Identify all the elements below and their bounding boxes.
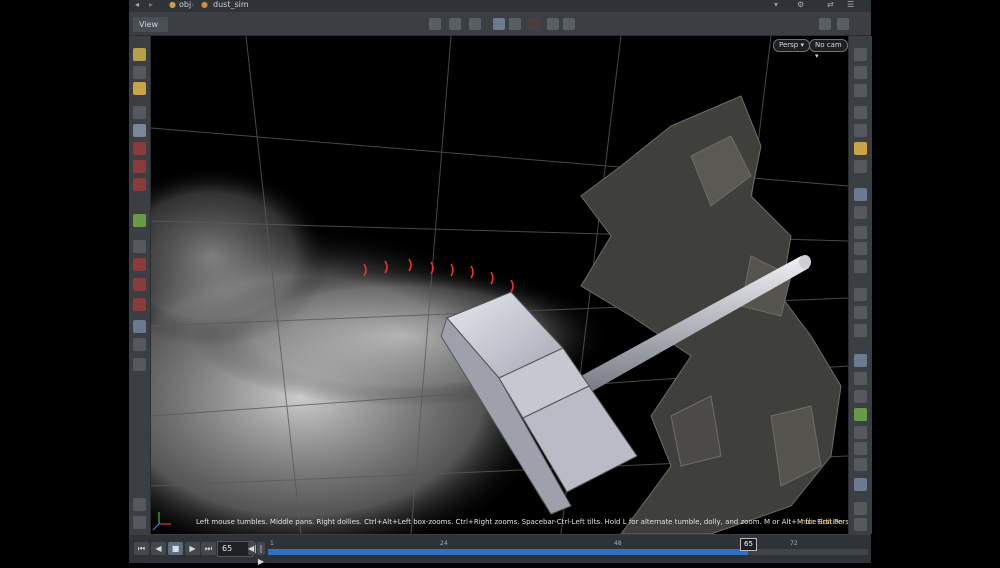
grid-icon[interactable] — [854, 226, 867, 239]
magnet-icon[interactable] — [133, 258, 146, 271]
display-options-icon[interactable] — [493, 18, 505, 30]
snap-icon[interactable] — [429, 18, 441, 30]
lock-icon[interactable] — [133, 124, 146, 137]
handle-tip — [799, 255, 811, 269]
pin-point-icon[interactable] — [854, 160, 867, 173]
pin-icon[interactable]: ⚙ — [797, 0, 804, 10]
background-icon[interactable] — [509, 18, 521, 30]
shapes-icon[interactable] — [854, 372, 867, 385]
obj-node-icon: ● — [169, 0, 176, 9]
select-prims-icon[interactable] — [133, 178, 146, 191]
dropdown-icon[interactable]: ▾ — [774, 0, 778, 10]
select-mode-icon[interactable] — [449, 18, 461, 30]
timeline-track[interactable]: 1 24 48 72 65 — [268, 538, 868, 560]
cup-icon[interactable] — [133, 358, 146, 371]
magnet-third-icon[interactable] — [133, 298, 146, 311]
render-icon[interactable] — [547, 18, 559, 30]
frame-marker[interactable]: 65 — [740, 538, 757, 551]
forward-icon[interactable]: ▸ — [149, 0, 153, 10]
scissors-icon[interactable] — [854, 426, 867, 439]
magnet-alt-icon[interactable] — [133, 278, 146, 291]
select-edges-icon[interactable] — [133, 160, 146, 173]
arrow-icon[interactable] — [854, 260, 867, 273]
help-icon[interactable] — [819, 18, 831, 30]
light-bulb-icon[interactable] — [854, 106, 867, 119]
camera-icon[interactable] — [563, 18, 575, 30]
scene-render — [151, 36, 848, 534]
shading-icon[interactable] — [854, 124, 867, 137]
tick-label: 72 — [790, 540, 798, 547]
gear-icon[interactable] — [133, 516, 146, 529]
wireframe-icon[interactable] — [854, 66, 867, 79]
navigation-hint: Left mouse tumbles. Middle pans. Right d… — [196, 518, 848, 526]
playbar: ⏮ ◀ ■ ▶ ⏭ 65 ◀| |▶ 1 24 48 72 65 — [129, 535, 871, 566]
timeline-remaining — [748, 549, 868, 555]
record-icon[interactable] — [527, 18, 539, 30]
dot-icon[interactable] — [854, 242, 867, 255]
timeline-ruler: 1 24 48 72 — [268, 540, 868, 547]
timeline-progress — [268, 549, 748, 555]
pane-menu-icon[interactable]: ☰ — [847, 0, 854, 10]
path-separator-icon: › — [191, 0, 195, 9]
texture-icon[interactable] — [854, 408, 867, 421]
nodes-icon[interactable] — [854, 206, 867, 219]
houdini-window: ◂ ▸ ● obj › ● dust_sim ▾ ⚙ ⇄ ☰ View Pers… — [129, 0, 872, 566]
right-toolbar — [848, 36, 872, 534]
tab-view[interactable]: View — [133, 17, 168, 32]
network-path-bar: ◂ ▸ ● obj › ● dust_sim ▾ ⚙ ⇄ ☰ — [129, 0, 871, 12]
tick-label: 24 — [440, 540, 448, 547]
location-icon[interactable] — [854, 478, 867, 491]
ruler-icon[interactable] — [854, 354, 867, 367]
persp-menu-button[interactable]: Persp ▾ — [773, 39, 810, 52]
step-back-button[interactable]: ◀| — [248, 542, 257, 555]
transform-icon[interactable] — [133, 240, 146, 253]
left-toolbar — [129, 36, 151, 534]
square-icon[interactable] — [854, 442, 867, 455]
bulb-icon[interactable] — [854, 142, 867, 155]
path-node-obj[interactable]: obj — [179, 0, 191, 10]
view-tool-icon[interactable] — [133, 66, 146, 79]
pick-icon[interactable] — [469, 18, 481, 30]
expand-icon[interactable] — [854, 518, 867, 531]
step-forward-button[interactable]: |▶ — [257, 542, 265, 566]
play-button[interactable]: ▶ — [185, 542, 200, 555]
lock-view-icon[interactable] — [854, 84, 867, 97]
display-icon[interactable] — [854, 48, 867, 61]
tick-label: 1 — [270, 540, 274, 547]
handle-tool-icon[interactable] — [133, 48, 146, 61]
scene-viewport[interactable]: Persp ▾ No cam ▾ Left mouse tumbles. Mid… — [151, 36, 848, 534]
stop-button[interactable]: ■ — [168, 542, 183, 555]
light-tool-icon[interactable] — [133, 82, 146, 95]
network-icon[interactable] — [854, 188, 867, 201]
last-frame-button[interactable]: ⏭ — [201, 542, 216, 555]
settings-icon[interactable] — [837, 18, 849, 30]
tick-label: 48 — [614, 540, 622, 547]
first-frame-button[interactable]: ⏮ — [134, 542, 149, 555]
list-icon[interactable] — [854, 324, 867, 337]
select-points-icon[interactable] — [133, 142, 146, 155]
back-icon[interactable]: ◂ — [135, 0, 139, 10]
geo-node-icon: ● — [201, 0, 208, 9]
edition-label: ndie Edition — [801, 518, 843, 526]
bar-chart-icon[interactable] — [854, 306, 867, 319]
circle-select-icon[interactable] — [133, 338, 146, 351]
pen-icon[interactable] — [133, 498, 146, 511]
globe-icon[interactable] — [133, 320, 146, 333]
cube-icon[interactable] — [854, 390, 867, 403]
path-node-dust-sim[interactable]: dust_sim — [213, 0, 249, 10]
brush-icon[interactable] — [854, 288, 867, 301]
info-icon[interactable] — [854, 502, 867, 515]
view-tab-label: View — [139, 20, 158, 29]
geometry-icon[interactable] — [133, 214, 146, 227]
link-icon[interactable]: ⇄ — [827, 0, 834, 10]
viewer-header: View — [129, 13, 871, 36]
select-tool-icon[interactable] — [133, 106, 146, 119]
reverse-play-button[interactable]: ◀ — [151, 542, 166, 555]
terrain-icon[interactable] — [854, 458, 867, 471]
camera-menu-button[interactable]: No cam ▾ — [809, 39, 848, 60]
